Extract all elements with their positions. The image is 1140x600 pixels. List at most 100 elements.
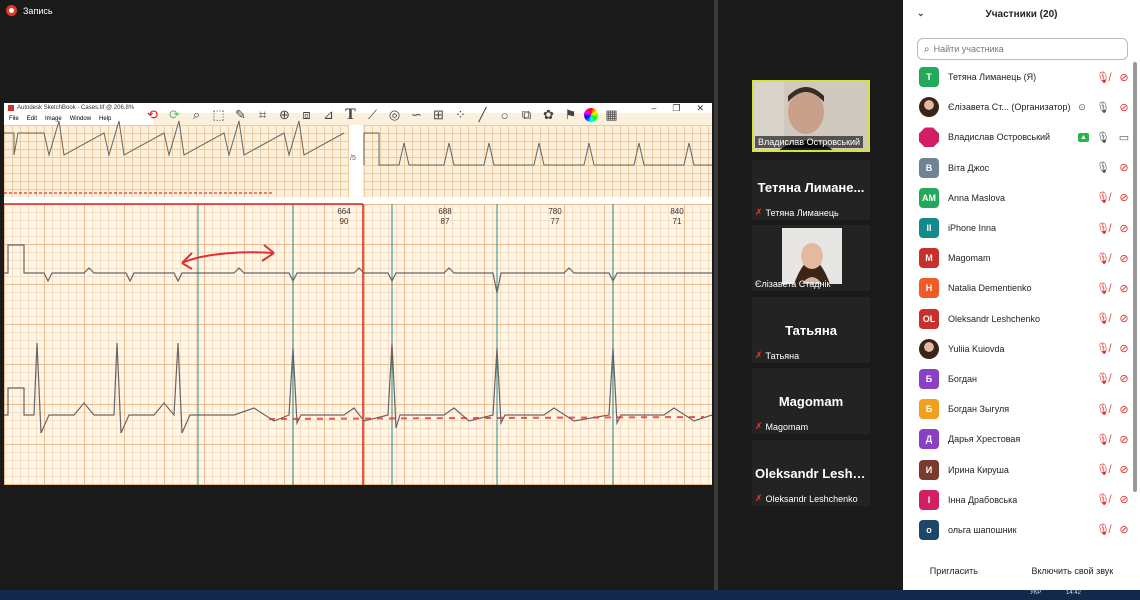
video-tile-5[interactable]: Magomam ✗ Magomam: [752, 368, 870, 434]
video-tile-2[interactable]: Тетяна Лимане... ✗ Тетяна Лиманець: [752, 160, 870, 220]
participant-row[interactable]: AM Anna Maslova 🎙︎̸ ⊘: [903, 183, 1131, 213]
chevron-down-icon[interactable]: ⌄: [917, 8, 925, 19]
participant-row[interactable]: И Ирина Кируша 🎙︎̸ ⊘: [903, 454, 1131, 484]
camera-off-icon[interactable]: ⊘: [1117, 252, 1131, 265]
participant-name: Дарья Хрестовая: [948, 434, 1021, 445]
camera-off-icon[interactable]: ⊘: [1117, 312, 1131, 325]
camera-off-icon[interactable]: ⊘: [1117, 161, 1131, 174]
participant-status: 🎙︎̸ ⊘: [1096, 312, 1131, 325]
mic-muted-icon[interactable]: 🎙︎̸: [1096, 191, 1110, 204]
participant-row[interactable]: H Natalia Dementienko 🎙︎̸ ⊘: [903, 273, 1131, 303]
participant-row[interactable]: B Віта Джос 🎙︎ ⊘: [903, 153, 1131, 183]
mic-muted-icon[interactable]: 🎙︎̸: [1096, 222, 1110, 235]
participant-name: Natalia Dementienko: [948, 283, 1032, 294]
camera-off-icon[interactable]: ⊘: [1117, 101, 1131, 114]
video-tile-1[interactable]: Владислав Островський: [752, 80, 870, 152]
camera-off-icon[interactable]: ⊘: [1117, 222, 1131, 235]
participant-status: 🎙︎̸ ⊘: [1096, 342, 1131, 355]
search-input[interactable]: [933, 44, 1114, 54]
mic-muted-icon[interactable]: 🎙︎̸: [1096, 463, 1110, 476]
participant-row[interactable]: M Magomam 🎙︎̸ ⊘: [903, 243, 1131, 273]
invite-button[interactable]: Пригласить: [921, 560, 986, 582]
mic-muted-icon[interactable]: 🎙︎̸: [1096, 372, 1110, 385]
camera-off-icon[interactable]: ⊘: [1117, 282, 1131, 295]
mic-muted-icon[interactable]: 🎙︎̸: [1096, 433, 1110, 446]
top-trace-right: [363, 132, 712, 166]
participant-row[interactable]: Б Богдан 🎙︎̸ ⊘: [903, 364, 1131, 394]
shared-screen-window: Autodesk SketchBook - Cases.tif @ 206,8%…: [4, 103, 712, 485]
camera-off-icon[interactable]: ⊘: [1117, 433, 1131, 446]
mic-icon[interactable]: 🎙︎: [1096, 131, 1110, 144]
mic-icon[interactable]: 🎙︎: [1096, 161, 1110, 174]
avatar: B: [919, 157, 939, 178]
annotation-dashes: [268, 416, 705, 420]
participant-row[interactable]: Д Дарья Хрестовая 🎙︎̸ ⊘: [903, 424, 1131, 454]
marker-4: 840 71: [670, 207, 684, 226]
video-tile-6[interactable]: Oleksandr Leshc... ✗ Oleksandr Leshchenko: [752, 440, 870, 506]
mic-muted-icon[interactable]: 🎙︎̸: [1096, 312, 1110, 325]
camera-off-icon[interactable]: ⊘: [1117, 493, 1131, 506]
participant-row[interactable]: OL Oleksandr Leshchenko 🎙︎̸ ⊘: [903, 304, 1131, 334]
mic-muted-icon[interactable]: 🎙︎̸: [1096, 252, 1110, 265]
scrollbar[interactable]: [1133, 62, 1137, 492]
mic-icon[interactable]: 🎙︎: [1096, 101, 1110, 114]
participant-status: 🎙︎̸ ⊘: [1096, 71, 1131, 84]
camera-off-icon[interactable]: ⊘: [1117, 403, 1131, 416]
mic-muted-icon[interactable]: 🎙︎̸: [1096, 282, 1110, 295]
participant-name: Тетяна Лиманець (Я): [948, 72, 1037, 83]
camera-off-icon[interactable]: ⊘: [1117, 342, 1131, 355]
participant-row[interactable]: Yuliia Kuiovda 🎙︎̸ ⊘: [903, 334, 1131, 364]
video-tile-3[interactable]: Єлізавета Стаднік: [752, 225, 870, 291]
avatar: Д: [919, 429, 939, 450]
tile-name: Magomam: [778, 394, 844, 409]
panel-title: Участники (20): [985, 8, 1058, 20]
search-box[interactable]: ⌕: [917, 38, 1128, 60]
split-divider[interactable]: [714, 0, 718, 590]
participant-status: 🎙︎̸ ⊘: [1096, 493, 1131, 506]
mic-muted-icon: ✗: [755, 350, 763, 360]
participant-status: 🎙︎ ⊘: [1096, 161, 1131, 174]
participant-status: 🎙︎̸ ⊘: [1096, 433, 1131, 446]
camera-icon[interactable]: ▭: [1117, 131, 1131, 144]
participant-row[interactable]: I Інна Драбовська 🎙︎̸ ⊘: [903, 485, 1131, 515]
ecg-trace-1: [4, 244, 712, 294]
mic-muted-icon[interactable]: 🎙︎̸: [1096, 493, 1110, 506]
mic-muted-icon[interactable]: 🎙︎̸: [1096, 71, 1110, 84]
video-tile-4[interactable]: Татьяна ✗ Татьяна: [752, 297, 870, 363]
participant-row[interactable]: Єлізавета Ст... (Организатор) ⊙ 🎙︎ ⊘: [903, 92, 1131, 122]
participant-list: T Тетяна Лиманець (Я) 🎙︎̸ ⊘ Єлізавета Ст... …: [903, 62, 1131, 545]
keyboard-language[interactable]: УКР: [1030, 590, 1041, 600]
camera-off-icon[interactable]: ⊘: [1117, 463, 1131, 476]
avatar: AM: [919, 187, 939, 208]
mic-muted-icon[interactable]: 🎙︎̸: [1096, 523, 1110, 536]
avatar: OL: [919, 308, 939, 329]
participant-row[interactable]: Владислав Островський ▲ 🎙︎ ▭: [903, 122, 1131, 152]
avatar: И: [919, 459, 939, 480]
camera-off-icon[interactable]: ⊘: [1117, 372, 1131, 385]
unmute-self-button[interactable]: Включить свой звук: [1023, 560, 1122, 582]
participant-row[interactable]: о ольга шапошник 🎙︎̸ ⊘: [903, 515, 1131, 545]
tile-name: Тетяна Лимане...: [757, 180, 865, 195]
participant-status: 🎙︎̸ ⊘: [1096, 463, 1131, 476]
mic-muted-icon[interactable]: 🎙︎̸: [1096, 403, 1110, 416]
participant-status: ⊙ 🎙︎ ⊘: [1075, 101, 1131, 114]
camera-off-icon[interactable]: ⊘: [1117, 523, 1131, 536]
camera-off-icon[interactable]: ⊘: [1117, 191, 1131, 204]
participant-row[interactable]: T Тетяна Лиманець (Я) 🎙︎̸ ⊘: [903, 62, 1131, 92]
taskbar: УКР 14:42: [0, 590, 1140, 600]
avatar: T: [919, 67, 939, 88]
recording-indicator[interactable]: Запись: [6, 5, 53, 16]
tile-caption: Владислав Островський: [755, 136, 864, 148]
tile-caption: ✗ Тетяна Лиманець: [755, 207, 839, 218]
participants-panel: ⌄ Участники (20) ⌕ T Тетяна Лиманець (Я) 🎙…: [903, 0, 1140, 590]
participant-name: Богдан: [948, 373, 978, 384]
video-feed: [782, 228, 842, 284]
avatar: [919, 127, 939, 148]
participant-row[interactable]: II iPhone Inna 🎙︎̸ ⊘: [903, 213, 1131, 243]
participant-row[interactable]: Б Богдан Зыгуля 🎙︎̸ ⊘: [903, 394, 1131, 424]
top-trace-left: [4, 120, 345, 157]
camera-off-icon[interactable]: ⊘: [1117, 71, 1131, 84]
share-screen-icon: ▲: [1078, 132, 1089, 142]
avatar: I: [919, 489, 939, 510]
mic-muted-icon[interactable]: 🎙︎̸: [1096, 342, 1110, 355]
